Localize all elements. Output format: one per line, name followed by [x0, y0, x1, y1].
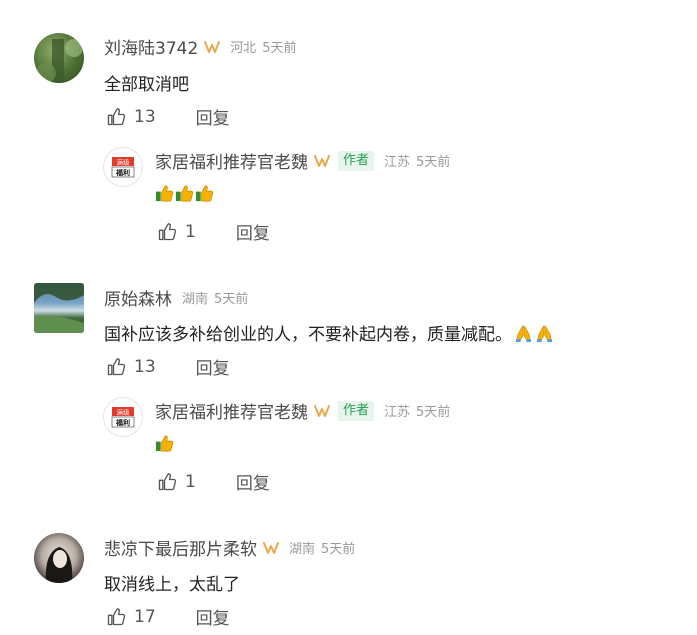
reply-actions: 1 回复 — [157, 219, 270, 244]
reply-button[interactable]: 回复 — [236, 219, 270, 244]
like-button[interactable]: 1 — [157, 472, 196, 492]
folded-hands-emoji-icon — [535, 324, 554, 343]
author-tag: 作者 — [338, 150, 375, 171]
reply-button[interactable]: 回复 — [196, 604, 230, 629]
like-icon — [106, 357, 126, 377]
svg-text:福利: 福利 — [115, 418, 130, 427]
verified-badge-icon — [204, 40, 220, 54]
avatar-photo-icon — [36, 39, 83, 83]
region: 江苏 — [384, 405, 411, 420]
comment-actions: 17 回复 — [106, 604, 230, 629]
verified-badge-icon — [314, 404, 330, 418]
timestamp: 5天前 — [416, 155, 451, 170]
reply-actions: 1 回复 — [157, 469, 270, 494]
like-icon — [157, 222, 177, 242]
reply-meta: 家居福利推荐官老魏 作者 江苏 5天前 — [155, 148, 450, 173]
author-avatar[interactable]: 满级 福利 — [103, 147, 143, 187]
comment-meta: 原始森林 湖南 5天前 — [104, 285, 248, 310]
avatar[interactable] — [34, 533, 84, 583]
region: 江苏 — [384, 155, 411, 170]
reply-meta: 家居福利推荐官老魏 作者 江苏 5天前 — [155, 398, 450, 423]
svg-text:满级: 满级 — [117, 158, 131, 167]
avatar[interactable] — [34, 283, 84, 333]
reply-username[interactable]: 家居福利推荐官老魏 — [155, 398, 308, 423]
like-icon — [157, 472, 177, 492]
verified-badge-icon — [263, 541, 279, 555]
like-count: 1 — [185, 471, 196, 492]
author-logo-icon: 满级 福利 — [105, 399, 141, 435]
avatar-photo-icon — [34, 283, 84, 333]
comment-text: 全部取消吧 — [104, 75, 189, 95]
like-count: 13 — [134, 356, 156, 377]
like-button[interactable]: 13 — [106, 357, 156, 377]
thumbs-up-emoji-icon — [175, 184, 194, 203]
thumbs-up-emoji-icon — [155, 184, 174, 203]
author-tag: 作者 — [338, 400, 375, 421]
comment-text: 取消线上，太乱了 — [104, 575, 240, 595]
like-count: 1 — [185, 221, 196, 242]
thumbs-up-emoji-icon — [195, 184, 214, 203]
timestamp: 5天前 — [321, 542, 356, 557]
like-icon — [106, 107, 126, 127]
avatar-photo-icon — [45, 547, 73, 583]
like-button[interactable]: 1 — [157, 222, 196, 242]
timestamp: 5天前 — [214, 292, 249, 307]
reply-emoji — [155, 184, 215, 203]
thumbs-up-emoji-icon — [155, 434, 174, 453]
timestamp: 5天前 — [262, 41, 297, 56]
like-count: 17 — [134, 606, 156, 627]
region: 湖南 — [289, 542, 316, 557]
username[interactable]: 刘海陆3742 — [104, 34, 198, 59]
avatar[interactable] — [34, 33, 84, 83]
reply-button[interactable]: 回复 — [196, 104, 230, 129]
region: 河北 — [230, 41, 257, 56]
author-logo-icon: 满级 福利 — [105, 149, 141, 185]
comment-meta: 悲凉下最后那片柔软 湖南 5天前 — [104, 535, 355, 560]
verified-badge-icon — [314, 154, 330, 168]
username[interactable]: 原始森林 — [104, 285, 172, 310]
like-icon — [106, 607, 126, 627]
timestamp: 5天前 — [416, 405, 451, 420]
like-button[interactable]: 13 — [106, 107, 156, 127]
comment-text-row: 国补应该多补给创业的人，不要补起内卷，质量减配。 — [104, 320, 554, 345]
author-avatar[interactable]: 满级 福利 — [103, 397, 143, 437]
reply-button[interactable]: 回复 — [236, 469, 270, 494]
comment-meta: 刘海陆3742 河北 5天前 — [104, 34, 297, 59]
reply-button[interactable]: 回复 — [196, 354, 230, 379]
comment-text: 国补应该多补给创业的人，不要补起内卷，质量减配。 — [104, 325, 512, 345]
like-button[interactable]: 17 — [106, 607, 156, 627]
reply-username[interactable]: 家居福利推荐官老魏 — [155, 148, 308, 173]
svg-text:福利: 福利 — [115, 168, 130, 177]
like-count: 13 — [134, 106, 156, 127]
username[interactable]: 悲凉下最后那片柔软 — [104, 535, 257, 560]
reply-emoji — [155, 434, 175, 453]
folded-hands-emoji-icon — [514, 324, 533, 343]
comment-actions: 13 回复 — [106, 354, 230, 379]
svg-text:满级: 满级 — [117, 408, 131, 417]
comment-actions: 13 回复 — [106, 104, 230, 129]
region: 湖南 — [182, 292, 209, 307]
